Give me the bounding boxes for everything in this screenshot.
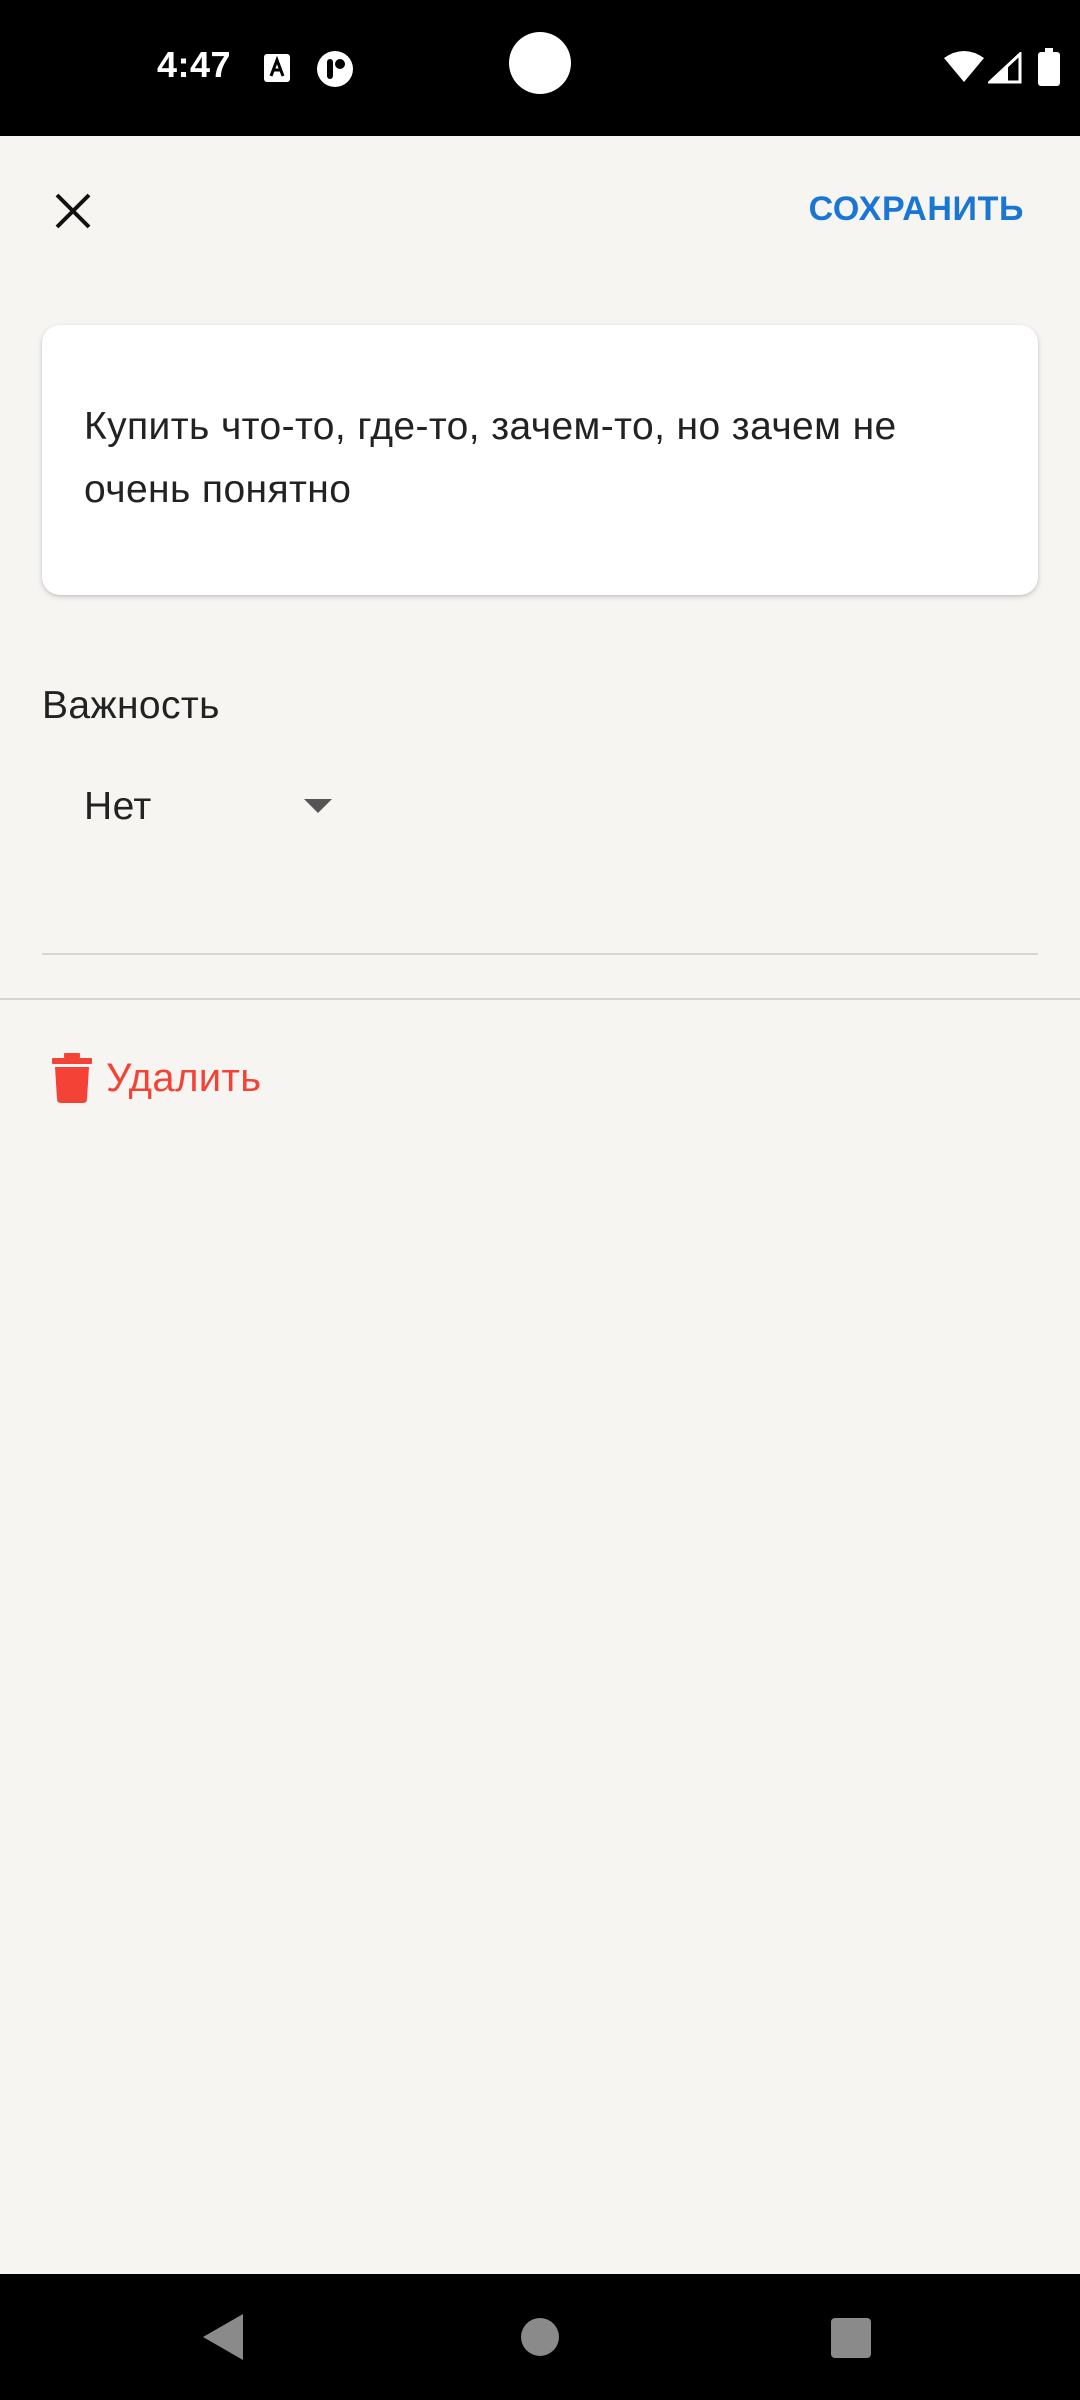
section-divider xyxy=(0,998,1080,1000)
recents-icon[interactable] xyxy=(831,2318,871,2358)
wifi-icon xyxy=(944,51,984,82)
delete-button[interactable]: Удалить xyxy=(52,1048,262,1108)
save-button[interactable]: СОХРАНИТЬ xyxy=(809,190,1024,229)
edit-task-screen: СОХРАНИТЬ Купить что-то, где-то, зачем-т… xyxy=(0,136,1080,2274)
importance-label: Важность xyxy=(42,684,220,727)
camera-cutout xyxy=(509,32,571,94)
back-icon[interactable] xyxy=(203,2314,245,2360)
home-icon[interactable] xyxy=(521,2318,559,2356)
close-button[interactable] xyxy=(40,178,106,244)
status-time: 4:47 xyxy=(157,44,232,85)
signal-icon xyxy=(988,52,1022,84)
navigation-bar xyxy=(0,2274,1080,2400)
status-bar: 4:47 xyxy=(0,0,1080,136)
importance-selected-value: Нет xyxy=(84,785,152,828)
phone-screen: 4:47 СОХРАНИТЬ Купить что-то, где-то, за… xyxy=(0,0,1080,2400)
divider xyxy=(42,953,1038,955)
t-notification-icon xyxy=(317,51,353,87)
task-text-card[interactable]: Купить что-то, где-то, зачем-то, но заче… xyxy=(42,325,1038,595)
close-icon xyxy=(55,193,91,229)
delete-label: Удалить xyxy=(106,1055,262,1100)
dropdown-arrow-icon xyxy=(304,799,332,813)
a-notification-icon xyxy=(264,54,290,82)
battery-icon xyxy=(1038,48,1060,86)
importance-dropdown[interactable]: Нет xyxy=(84,772,344,842)
task-text-field[interactable]: Купить что-то, где-то, зачем-то, но заче… xyxy=(84,395,996,521)
trash-icon xyxy=(52,1053,92,1103)
